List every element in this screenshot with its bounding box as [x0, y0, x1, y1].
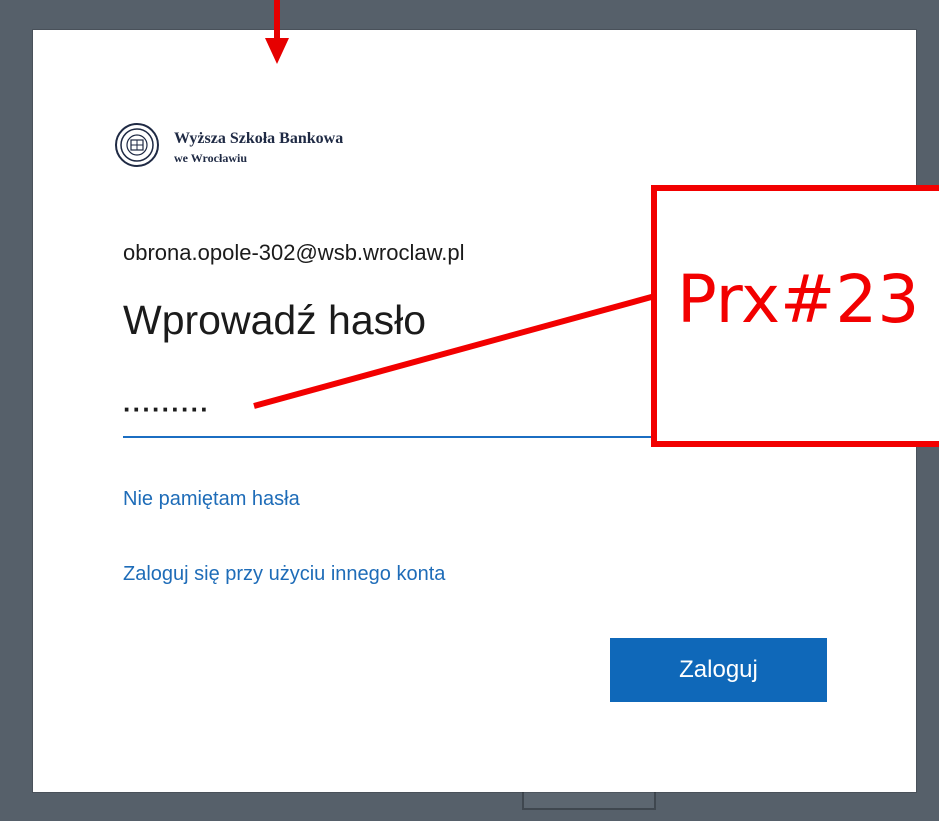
- use-other-account-link[interactable]: Zaloguj się przy użyciu innego konta: [123, 563, 445, 586]
- page-title: Wprowadź hasło: [123, 297, 427, 343]
- sign-in-button[interactable]: Zaloguj: [610, 638, 827, 702]
- annotation-callout: Prx#23: [651, 185, 939, 447]
- password-value: ·········: [123, 394, 210, 424]
- wsb-crest-icon: [115, 123, 159, 167]
- brand-logo: Wyższa Szkoła Bankowa we Wrocławiu: [114, 122, 343, 182]
- password-input[interactable]: ·········: [123, 390, 683, 438]
- brand-city: we Wrocławiu: [174, 151, 248, 165]
- brand-name: Wyższa Szkoła Bankowa: [174, 130, 344, 147]
- account-email: obrona.opole-302@wsb.wroclaw.pl: [123, 240, 465, 265]
- forgot-password-link[interactable]: Nie pamiętam hasła: [123, 488, 300, 511]
- annotation-callout-text: Prx#23: [677, 261, 920, 338]
